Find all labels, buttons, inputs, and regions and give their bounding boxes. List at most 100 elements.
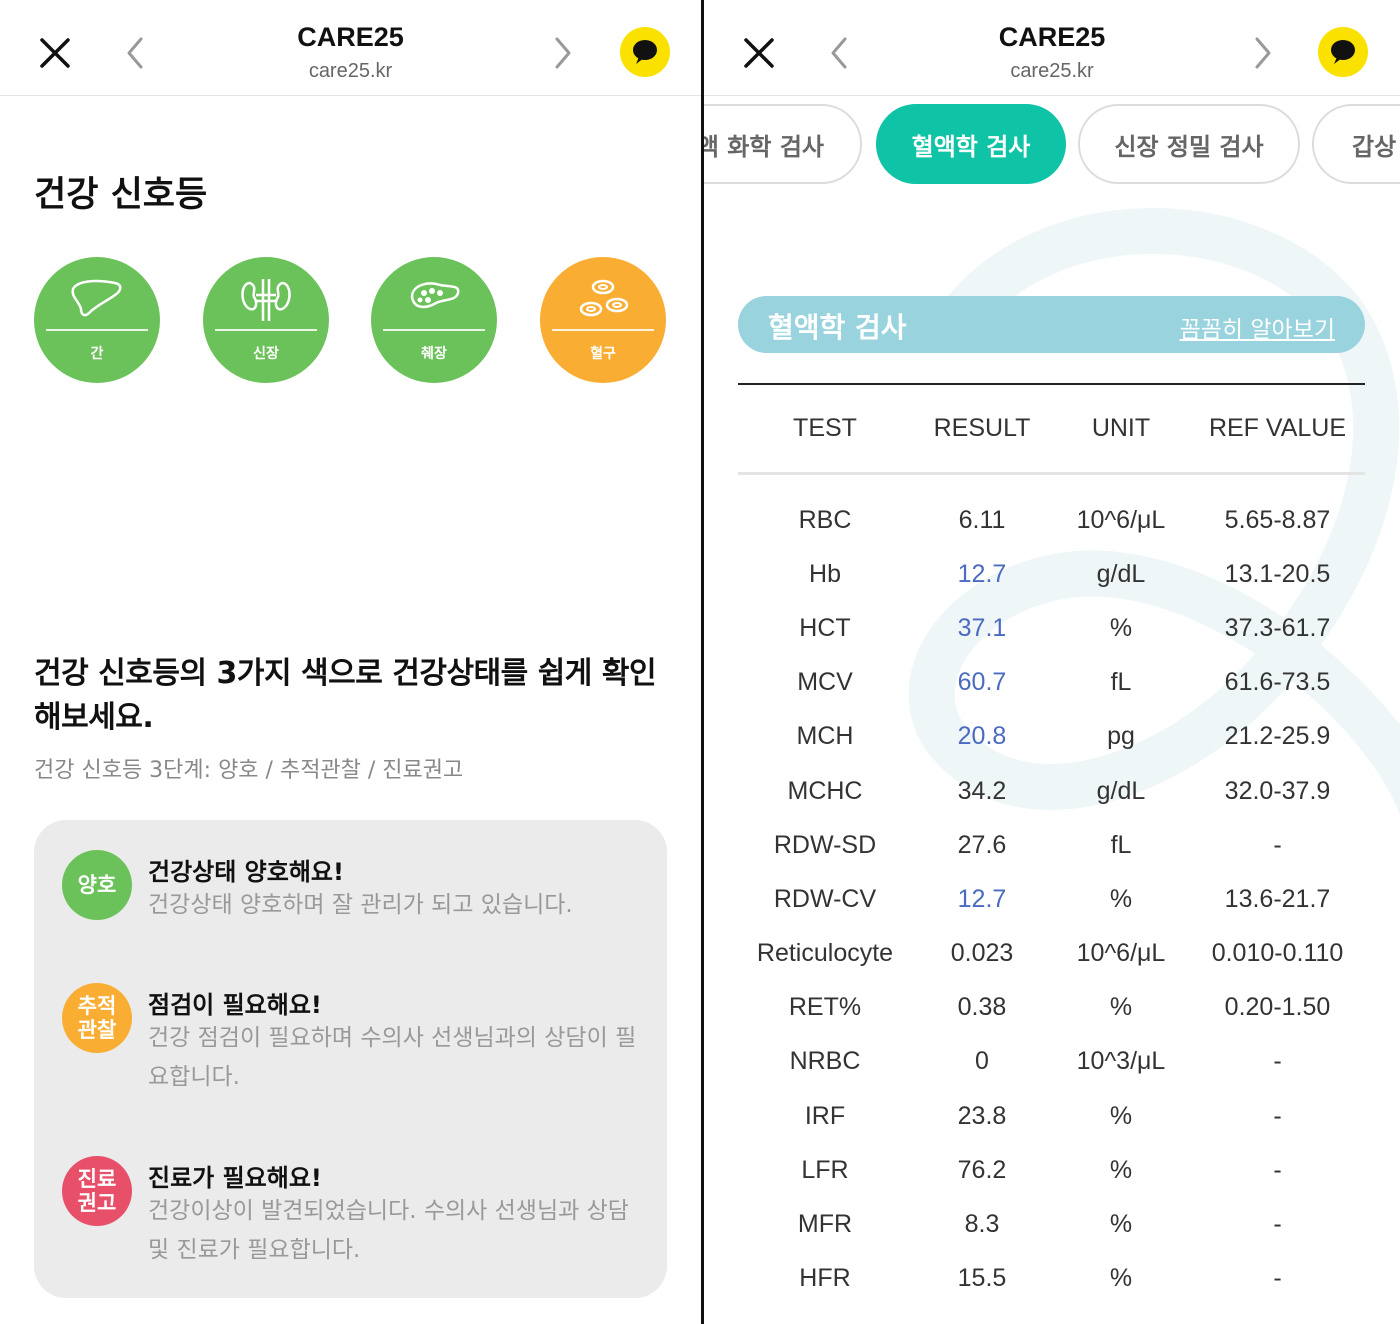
tab-hematology[interactable]: 혈액학 검사 bbox=[876, 104, 1066, 184]
forward-icon[interactable] bbox=[1248, 34, 1278, 72]
table-row: RDW-SD 27.6 fL - bbox=[738, 818, 1365, 872]
test-name-cell: Hb bbox=[809, 559, 841, 588]
unit-cell: 10^3/μL bbox=[1076, 1047, 1166, 1076]
organ-pancreas-button[interactable]: 췌장 bbox=[371, 257, 497, 383]
legend-title: 건강상태 양호해요! bbox=[148, 858, 344, 886]
test-name-cell: RBC bbox=[798, 505, 852, 534]
unit-cell: g/dL bbox=[1096, 559, 1146, 588]
ref-value-cell: 21.2-25.9 bbox=[1224, 722, 1331, 751]
test-name-cell: IRF bbox=[804, 1101, 846, 1130]
legend-title: 점검이 필요해요! bbox=[148, 991, 322, 1019]
unit-cell: g/dL bbox=[1096, 776, 1146, 805]
organ-blood-cell-button[interactable]: 혈구 bbox=[540, 257, 666, 383]
ref-value-cell: 32.0-37.9 bbox=[1224, 776, 1331, 805]
organ-liver-button[interactable]: 간 bbox=[34, 257, 160, 383]
unit-cell: 10^6/μL bbox=[1076, 939, 1166, 968]
chat-bubble-icon bbox=[633, 40, 657, 64]
legend-desc: 건강상태 양호하며 잘 관리가 되고 있습니다. bbox=[148, 892, 573, 918]
unit-cell: fL bbox=[1110, 830, 1132, 859]
learn-more-link[interactable]: 꼼꼼히 알아보기 bbox=[1180, 310, 1335, 344]
table-row: MFR 8.3% - bbox=[738, 1197, 1365, 1251]
unit-cell: fL bbox=[1110, 668, 1132, 697]
hematology-table: TEST RESULT UNIT REF VALUE RBC 6.11 10^6/μ… bbox=[738, 383, 1365, 1306]
organ-label: 혈구 bbox=[590, 346, 616, 362]
kakaotalk-button[interactable] bbox=[1318, 27, 1368, 77]
table-row: IRF 23.8% - bbox=[738, 1089, 1365, 1143]
badge-line: 진료 bbox=[77, 1167, 117, 1191]
result-cell: 37.1 bbox=[957, 613, 1007, 642]
kakaotalk-button[interactable] bbox=[620, 27, 670, 77]
ref-value-cell: - bbox=[1273, 1155, 1282, 1184]
forward-icon[interactable] bbox=[548, 34, 578, 72]
ref-value-cell: 0.20-1.50 bbox=[1224, 993, 1331, 1022]
unit-cell: % bbox=[1109, 613, 1133, 642]
table-row: MCHC 34.2 g/dL 32.0-37.9 bbox=[738, 764, 1365, 818]
result-cell: 8.3 bbox=[964, 1210, 1000, 1239]
table-row: Reticulocyte 0.023 10^6/μL 0.010-0.110 bbox=[738, 927, 1365, 981]
headline: 건강 신호등의 3가지 색으로 건강상태를 쉽게 확인해보세요. bbox=[34, 656, 657, 735]
alert-badge: 진료 권고 bbox=[62, 1156, 132, 1226]
page-title: CARE25 bbox=[998, 22, 1106, 52]
browser-header: CARE25 care25.kr bbox=[704, 0, 1400, 96]
badge-line: 권고 bbox=[77, 1191, 117, 1215]
table-row: RDW-CV 12.7% 13.6-21.7 bbox=[738, 872, 1365, 926]
legend-title: 진료가 필요해요! bbox=[148, 1164, 322, 1192]
traffic-light-legend: 양호 건강상태 양호해요! 건강상태 양호하며 잘 관리가 되고 있습니다. 추… bbox=[34, 820, 667, 1298]
ref-value-cell: 13.6-21.7 bbox=[1224, 884, 1331, 913]
unit-cell: % bbox=[1109, 993, 1133, 1022]
table-row: Hb 12.7 g/dL 13.1-20.5 bbox=[738, 547, 1365, 601]
test-name-cell: MCV bbox=[797, 668, 853, 697]
organ-kidney-button[interactable]: 신장 bbox=[203, 257, 329, 383]
ref-value-cell: - bbox=[1273, 830, 1282, 859]
test-name-cell: MCH bbox=[796, 722, 854, 751]
ref-value-cell: 0.010-0.110 bbox=[1211, 939, 1344, 968]
unit-cell: % bbox=[1109, 1210, 1133, 1239]
badge-line: 추적 bbox=[77, 994, 117, 1018]
left-screen: CARE25 care25.kr 건강 신호등 간 신장 췌장 혈구 건강 신호… bbox=[0, 0, 701, 1324]
table-row: LFR 76.2% - bbox=[738, 1143, 1365, 1197]
ref-value-cell: 61.6-73.5 bbox=[1224, 668, 1331, 697]
result-cell: 0 bbox=[975, 1047, 989, 1076]
organ-label: 신장 bbox=[253, 346, 279, 362]
result-cell: 0.023 bbox=[950, 939, 1014, 968]
unit-cell: % bbox=[1109, 1264, 1133, 1293]
result-cell: 60.7 bbox=[957, 668, 1007, 697]
table-header: TEST RESULT UNIT REF VALUE bbox=[738, 385, 1365, 475]
divider bbox=[383, 329, 485, 331]
ref-value-cell: - bbox=[1273, 1264, 1282, 1293]
result-cell: 27.6 bbox=[957, 830, 1007, 859]
header-result: RESULT bbox=[933, 414, 1031, 442]
ref-value-cell: - bbox=[1273, 1101, 1282, 1130]
divider bbox=[215, 329, 317, 331]
result-cell: 76.2 bbox=[957, 1155, 1007, 1184]
right-screen: CARE25 care25.kr 액 화학 검사 혈액학 검사 신장 정밀 검사… bbox=[704, 0, 1400, 1324]
good-badge: 양호 bbox=[62, 850, 132, 920]
divider bbox=[46, 329, 148, 331]
test-name-cell: Reticulocyte bbox=[756, 939, 894, 968]
result-cell: 20.8 bbox=[957, 722, 1007, 751]
test-name-cell: RET% bbox=[788, 993, 862, 1022]
tab-thyroid[interactable]: 갑상 bbox=[1312, 104, 1400, 184]
table-row: MCV 60.7 fL 61.6-73.5 bbox=[738, 656, 1365, 710]
badge-line: 관찰 bbox=[77, 1018, 117, 1042]
banner-title: 혈액학 검사 bbox=[768, 311, 907, 344]
pancreas-icon bbox=[410, 282, 460, 309]
result-cell: 12.7 bbox=[957, 884, 1007, 913]
test-name-cell: NRBC bbox=[789, 1047, 861, 1076]
chat-bubble-icon bbox=[1331, 40, 1355, 64]
page-title: CARE25 bbox=[297, 22, 404, 52]
legend-desc: 건강이상이 발견되었습니다. 수의사 선생님과 상담 및 진료가 필요합니다. bbox=[148, 1198, 629, 1263]
unit-cell: pg bbox=[1107, 722, 1135, 751]
test-name-cell: MFR bbox=[797, 1210, 853, 1239]
tab-kidney-detail[interactable]: 신장 정밀 검사 bbox=[1078, 104, 1300, 184]
test-category-tabs: 액 화학 검사 혈액학 검사 신장 정밀 검사 갑상 bbox=[704, 96, 1400, 196]
test-name-cell: RDW-CV bbox=[773, 884, 877, 913]
ref-value-cell: 13.1-20.5 bbox=[1224, 559, 1331, 588]
table-row: RBC 6.11 10^6/μL 5.65-8.87 bbox=[738, 493, 1365, 547]
organ-label: 간 bbox=[90, 346, 104, 362]
tab-chemistry[interactable]: 액 화학 검사 bbox=[704, 104, 862, 184]
table-body: RBC 6.11 10^6/μL 5.65-8.87 Hb 12.7 g/dL 13.1-20… bbox=[738, 475, 1365, 1306]
test-name-cell: RDW-SD bbox=[773, 830, 877, 859]
page-url: care25.kr bbox=[1010, 60, 1094, 82]
unit-cell: % bbox=[1109, 884, 1133, 913]
